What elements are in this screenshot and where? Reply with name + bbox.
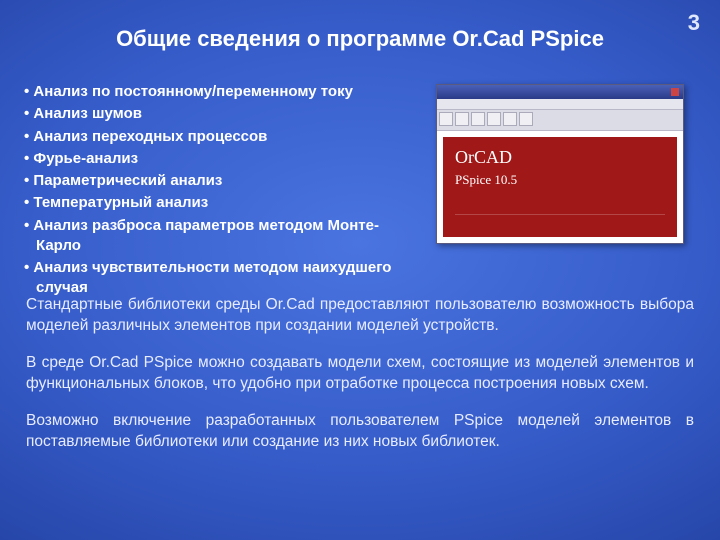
list-item: Параметрический анализ (18, 171, 393, 191)
feature-bullet-list: Анализ по постоянному/переменному току А… (18, 80, 393, 301)
list-item: Анализ переходных процессов (18, 127, 393, 147)
close-icon (671, 88, 679, 96)
list-item: Анализ по постоянному/переменному току (18, 82, 393, 102)
paragraph: Стандартные библиотеки среды Or.Cad пред… (26, 295, 694, 337)
slide: 3 Общие сведения о программе Or.Cad PSpi… (0, 0, 720, 540)
list-item: Анализ чувствительности методом наихудше… (18, 258, 393, 299)
toolbar-button (487, 112, 501, 126)
window-toolbar (437, 110, 683, 131)
window-titlebar (437, 85, 683, 99)
list-item: Анализ шумов (18, 104, 393, 124)
body-paragraphs: Стандартные библиотеки среды Or.Cad пред… (26, 295, 694, 469)
toolbar-button (455, 112, 469, 126)
list-item: Фурье-анализ (18, 149, 393, 169)
splash-fineprint (455, 214, 665, 231)
splash-version: PSpice 10.5 (455, 172, 665, 188)
toolbar-button (439, 112, 453, 126)
slide-title: Общие сведения о программе Or.Cad PSpice (0, 26, 720, 52)
window-menubar (437, 99, 683, 110)
paragraph: В среде Or.Cad PSpice можно создавать мо… (26, 353, 694, 395)
splash-brand: OrCAD (455, 147, 665, 168)
splash-panel: OrCAD PSpice 10.5 (443, 137, 677, 237)
list-item: Анализ разброса параметров методом Монте… (18, 216, 393, 257)
toolbar-button (503, 112, 517, 126)
pspice-screenshot: OrCAD PSpice 10.5 (436, 84, 684, 244)
toolbar-button (519, 112, 533, 126)
toolbar-button (471, 112, 485, 126)
list-item: Температурный анализ (18, 193, 393, 213)
paragraph: Возможно включение разработанных пользов… (26, 411, 694, 453)
window-body: OrCAD PSpice 10.5 (437, 131, 683, 243)
